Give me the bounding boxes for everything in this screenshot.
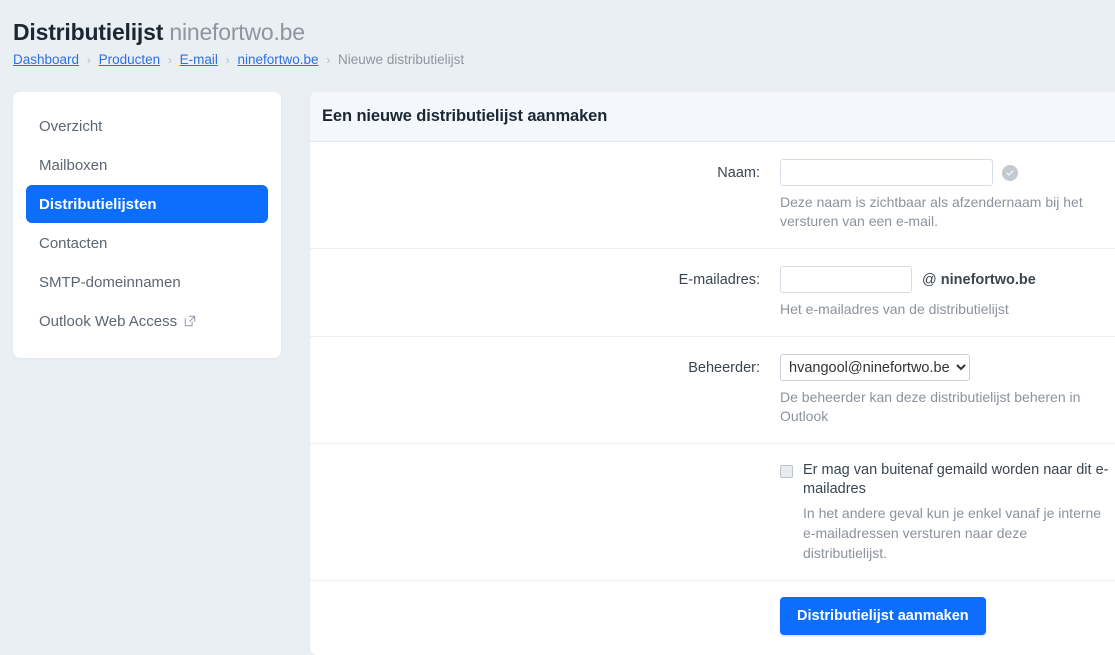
breadcrumb-separator-icon: › [225, 53, 230, 67]
externe-mail-checkbox[interactable] [780, 465, 793, 478]
sidebar-nav: Overzicht Mailboxen Distributielijsten C… [13, 92, 281, 358]
external-link-icon [184, 315, 196, 327]
breadcrumb-item-dashboard[interactable]: Dashboard [13, 52, 79, 67]
email-domain-name: ninefortwo.be [940, 271, 1036, 288]
emailadres-label: E-mailadres: [678, 272, 760, 288]
page-title: Distributielijst ninefortwo.be [13, 18, 1115, 46]
page-title-secondary: ninefortwo.be [169, 19, 305, 45]
externe-mail-text-block: Er mag van buitenaf gemaild worden naar … [803, 461, 1115, 563]
naam-help-text: Deze naam is zichtbaar als afzendernaam … [780, 194, 1083, 229]
emailadres-field-group: @ ninefortwo.be Het e-mailadres van de d… [780, 266, 1115, 319]
externe-mail-field-group: Er mag van buitenaf gemaild worden naar … [780, 461, 1115, 563]
sidebar-item-label: SMTP-domeinnamen [39, 273, 181, 291]
emailadres-input[interactable] [780, 266, 912, 293]
naam-input-line [780, 159, 1115, 186]
breadcrumb-item-producten[interactable]: Producten [99, 52, 161, 67]
sidebar-item-mailboxen[interactable]: Mailboxen [26, 146, 268, 184]
form-row-naam: Naam: Deze naam is zichtbaar als afzende… [310, 142, 1115, 249]
breadcrumb-item-domain[interactable]: ninefortwo.be [237, 52, 318, 67]
naam-field-group: Deze naam is zichtbaar als afzendernaam … [780, 159, 1115, 231]
panel-title: Een nieuwe distributielijst aanmaken [310, 92, 1115, 142]
page-layout: Overzicht Mailboxen Distributielijsten C… [0, 92, 1115, 655]
breadcrumb: Dashboard › Producten › E-mail › ninefor… [13, 52, 1115, 68]
create-distribution-list-button[interactable]: Distributielijst aanmaken [780, 597, 986, 635]
submit-field-group: Distributielijst aanmaken [780, 597, 1115, 635]
externe-mail-help-text: In het andere geval kun je enkel vanaf j… [803, 505, 1102, 561]
valid-check-icon [1002, 164, 1018, 181]
page-title-primary: Distributielijst [13, 19, 164, 45]
create-distribution-list-panel: Een nieuwe distributielijst aanmaken Naa… [310, 92, 1115, 655]
externe-mail-check-row: Er mag van buitenaf gemaild worden naar … [780, 461, 1115, 563]
sidebar-item-label: Outlook Web Access [39, 312, 178, 330]
sidebar-item-smtp-domeinnamen[interactable]: SMTP-domeinnamen [26, 263, 268, 301]
breadcrumb-separator-icon: › [167, 53, 172, 67]
breadcrumb-separator-icon: › [326, 53, 331, 67]
externe-mail-checkbox-label[interactable]: Er mag van buitenaf gemaild worden naar … [803, 461, 1115, 499]
sidebar-item-label: Contacten [39, 234, 108, 252]
beheerder-field-group: hvangool@ninefortwo.be De beheerder kan … [780, 354, 1115, 426]
breadcrumb-separator-icon: › [86, 53, 91, 67]
naam-label: Naam: [717, 165, 760, 181]
beheerder-label: Beheerder: [688, 360, 760, 376]
sidebar-item-contacten[interactable]: Contacten [26, 224, 268, 262]
sidebar-item-label: Overzicht [39, 117, 103, 135]
email-domain-suffix: @ ninefortwo.be [922, 272, 1036, 288]
sidebar-item-distributielijsten[interactable]: Distributielijsten [26, 185, 268, 223]
form-row-submit: Distributielijst aanmaken [310, 581, 1115, 655]
sidebar-item-overzicht[interactable]: Overzicht [26, 107, 268, 145]
beheerder-select[interactable]: hvangool@ninefortwo.be [780, 354, 970, 381]
externe-mail-label-spacer [310, 461, 780, 563]
breadcrumb-item-current: Nieuwe distributielijst [338, 52, 465, 67]
at-symbol: @ [922, 271, 937, 288]
naam-input[interactable] [780, 159, 993, 186]
beheerder-select-line: hvangool@ninefortwo.be [780, 354, 1115, 381]
sidebar-item-label: Mailboxen [39, 156, 108, 174]
form-row-beheerder: Beheerder: hvangool@ninefortwo.be De beh… [310, 337, 1115, 444]
sidebar-item-outlook-web-access[interactable]: Outlook Web Access [26, 302, 268, 340]
form-row-externe-mail: Er mag van buitenaf gemaild worden naar … [310, 444, 1115, 581]
emailadres-input-line: @ ninefortwo.be [780, 266, 1115, 293]
submit-label-spacer [310, 597, 780, 635]
form-row-emailadres: E-mailadres: @ ninefortwo.be Het e-maila… [310, 249, 1115, 337]
page-header: Distributielijst ninefortwo.be Dashboard… [0, 0, 1115, 68]
beheerder-help-text: De beheerder kan deze distributielijst b… [780, 389, 1081, 424]
breadcrumb-item-email[interactable]: E-mail [180, 52, 218, 67]
sidebar-item-label: Distributielijsten [39, 195, 157, 213]
emailadres-help-text: Het e-mailadres van de distributielijst [780, 301, 1009, 317]
